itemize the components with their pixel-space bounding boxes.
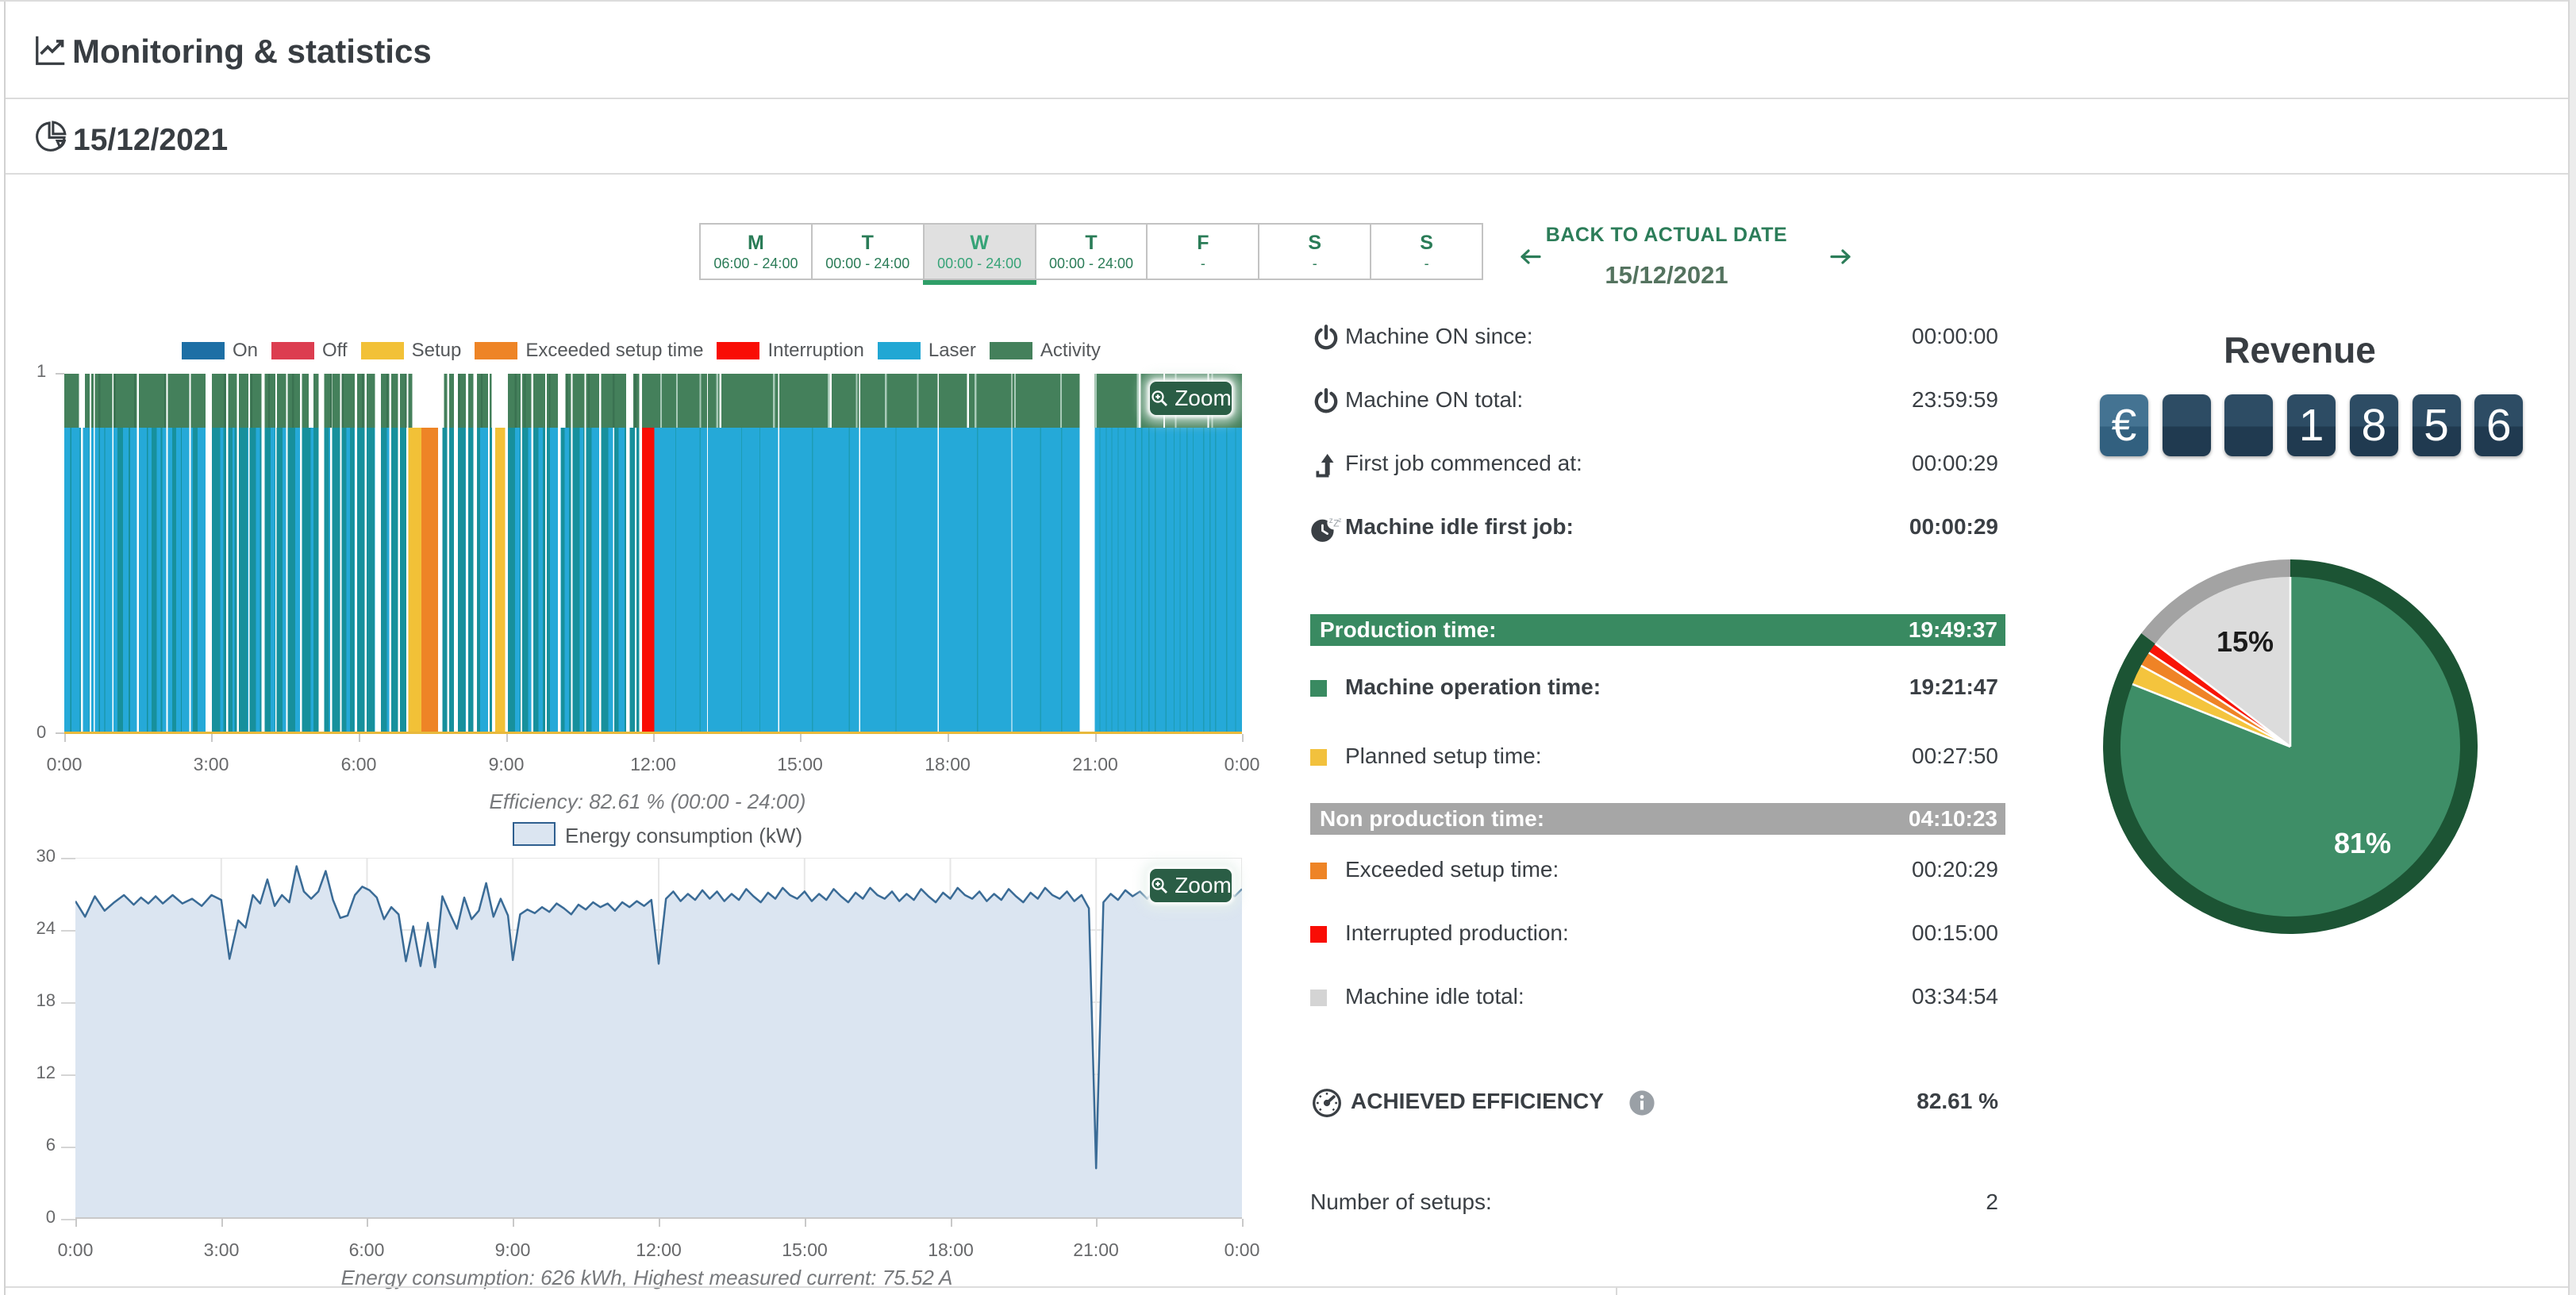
svg-text:z: z <box>1338 516 1341 524</box>
svg-text:z: z <box>1329 516 1333 525</box>
